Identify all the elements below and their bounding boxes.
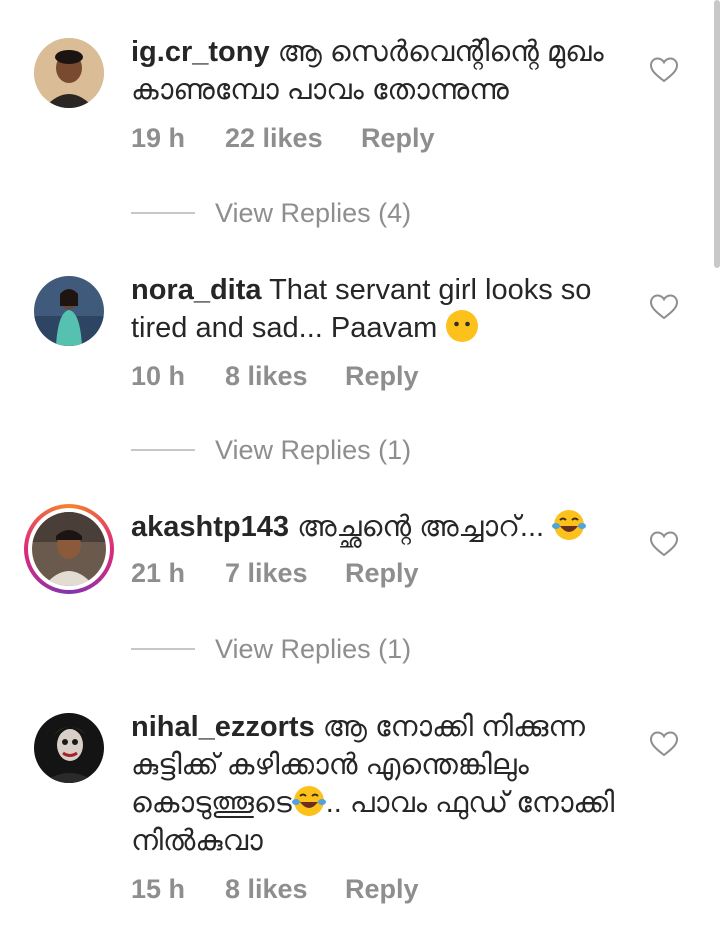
scrollbar[interactable] — [714, 0, 720, 268]
heart-outline-icon[interactable] — [650, 57, 678, 83]
heart-outline-icon[interactable] — [650, 731, 678, 757]
reply-button[interactable]: Reply — [345, 874, 419, 905]
neutral-face-emoji — [445, 309, 479, 343]
view-replies-button[interactable]: View Replies (1) — [131, 634, 411, 664]
view-replies-label[interactable]: View Replies (1) — [215, 634, 411, 665]
tears-of-joy-emoji — [552, 508, 587, 542]
divider-line — [131, 648, 195, 650]
avatar-story-ring[interactable] — [24, 504, 114, 594]
comment-text: nora_dita That servant girl looks so tir… — [131, 271, 631, 347]
comment-text: akashtp143 അച്ഛന്റെ അച്ചാറ്... — [131, 508, 631, 546]
avatar[interactable] — [34, 276, 104, 346]
comment-likes[interactable]: 8 likes — [225, 874, 345, 905]
comment-text: ig.cr_tony ആ സെർവെന്റിന്റെ മുഖം കാണുമ്പോ… — [131, 33, 631, 109]
view-replies-label[interactable]: View Replies (1) — [215, 435, 411, 466]
comment-body: അച്ഛന്റെ അച്ചാറ്... — [297, 511, 545, 543]
view-replies-button[interactable]: View Replies (4) — [131, 198, 411, 228]
reply-button[interactable]: Reply — [345, 361, 419, 392]
reply-button[interactable]: Reply — [345, 558, 419, 589]
divider-line — [131, 449, 195, 451]
comment-likes[interactable]: 8 likes — [225, 361, 345, 392]
tears-of-joy-emoji — [291, 784, 326, 818]
comment-meta: 10 h 8 likes Reply — [131, 361, 631, 392]
comments-page: ig.cr_tony ആ സെർവെന്റിന്റെ മുഖം കാണുമ്പോ… — [0, 0, 720, 942]
comment-time: 21 h — [131, 558, 186, 588]
heart-outline-icon[interactable] — [650, 294, 678, 320]
comment-time: 19 h — [131, 123, 186, 153]
comment-time: 15 h — [131, 874, 186, 904]
comment-time: 10 h — [131, 361, 186, 391]
comment-likes[interactable]: 22 likes — [225, 123, 361, 154]
comment-meta: 21 h 7 likes Reply — [131, 558, 631, 589]
avatar[interactable] — [34, 38, 104, 108]
comment-meta: 19 h 22 likes Reply — [131, 123, 631, 154]
heart-outline-icon[interactable] — [650, 531, 678, 557]
comment-username[interactable]: nihal_ezzorts — [131, 711, 315, 743]
comment-meta: 15 h 8 likes Reply — [131, 874, 631, 905]
avatar[interactable] — [34, 713, 104, 783]
reply-button[interactable]: Reply — [361, 123, 435, 154]
comment-likes[interactable]: 7 likes — [225, 558, 345, 589]
view-replies-button[interactable]: View Replies (1) — [131, 435, 411, 465]
comment-username[interactable]: nora_dita — [131, 274, 262, 306]
comment-username[interactable]: akashtp143 — [131, 511, 289, 543]
comment-text: nihal_ezzorts ആ നോക്കി നിക്കുന്ന കുട്ടിക… — [131, 708, 631, 860]
view-replies-label[interactable]: View Replies (4) — [215, 198, 411, 229]
comment-username[interactable]: ig.cr_tony — [131, 36, 270, 68]
divider-line — [131, 212, 195, 214]
